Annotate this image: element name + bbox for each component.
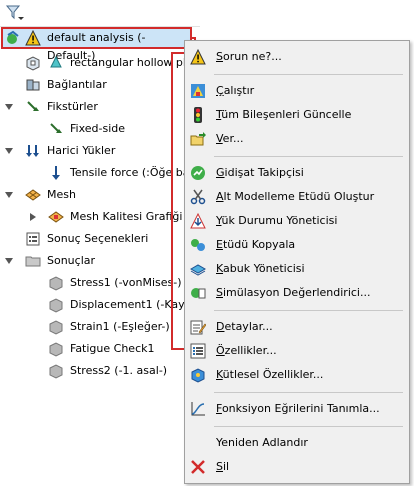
menu-item-trend-tracker[interactable]: Gidişat Takipçisi bbox=[185, 161, 409, 185]
delete-icon bbox=[190, 459, 206, 475]
menu-separator bbox=[214, 392, 403, 393]
menu-item-submodel[interactable]: Alt Modelleme Etüdü Oluştur bbox=[185, 185, 409, 209]
menu-item-label: Yeniden Adlandır bbox=[216, 436, 308, 449]
load-case-icon bbox=[190, 212, 206, 229]
menu-separator bbox=[214, 156, 403, 157]
menu-item-run[interactable]: Çalıştır bbox=[185, 79, 409, 103]
menu-item-label: Özellikler... bbox=[216, 344, 277, 357]
function-curve-icon bbox=[190, 401, 206, 417]
menu-item-export[interactable]: Ver... bbox=[185, 127, 409, 151]
traffic-light-icon bbox=[190, 107, 206, 123]
sim-evaluator-icon bbox=[190, 285, 206, 301]
menu-item-label: Etüdü Kopyala bbox=[216, 238, 296, 251]
menu-item-label: Yük Durumu Yöneticisi bbox=[216, 214, 338, 227]
menu-item-function-curves[interactable]: Fonksiyon Eğrilerini Tanımla... bbox=[185, 397, 409, 421]
menu-item-label: Detaylar... bbox=[216, 320, 273, 333]
menu-item-rename[interactable]: Yeniden Adlandır bbox=[185, 431, 409, 455]
menu-item-label: Alt Modelleme Etüdü Oluştur bbox=[216, 190, 375, 203]
context-menu: Sorun ne?... Çalıştır Tüm Bileşenleri Gü… bbox=[184, 40, 410, 484]
export-icon bbox=[190, 131, 206, 147]
menu-item-copy-study[interactable]: Etüdü Kopyala bbox=[185, 233, 409, 257]
menu-separator bbox=[214, 310, 403, 311]
menu-item-delete[interactable]: Sil bbox=[185, 455, 409, 479]
details-icon bbox=[190, 319, 207, 335]
trend-tracker-icon bbox=[190, 165, 206, 181]
menu-item-label: Tüm Bileşenleri Güncelle bbox=[216, 108, 352, 121]
menu-item-load-case-manager[interactable]: Yük Durumu Yöneticisi bbox=[185, 209, 409, 233]
menu-item-simulation-evaluator[interactable]: Simülasyon Değerlendirici... bbox=[185, 281, 409, 305]
menu-item-label: Fonksiyon Eğrilerini Tanımla... bbox=[216, 402, 380, 415]
warning-icon bbox=[190, 48, 206, 65]
copy-study-icon bbox=[190, 237, 206, 253]
scissors-icon bbox=[190, 189, 206, 205]
menu-item-update-all[interactable]: Tüm Bileşenleri Güncelle bbox=[185, 103, 409, 127]
menu-item-label: Gidişat Takipçisi bbox=[216, 166, 304, 179]
menu-item-properties[interactable]: Özellikler... bbox=[185, 339, 409, 363]
properties-icon bbox=[190, 343, 206, 359]
menu-item-details[interactable]: Detaylar... bbox=[185, 315, 409, 339]
menu-item-label: Sil bbox=[216, 460, 230, 473]
menu-item-label: Çalıştır bbox=[216, 84, 255, 97]
menu-item-label: Ver... bbox=[216, 132, 244, 145]
menu-item-label: Sorun ne?... bbox=[216, 50, 282, 63]
menu-separator bbox=[214, 74, 403, 75]
shell-manager-icon bbox=[189, 261, 207, 277]
menu-item-mass-properties[interactable]: Kütlesel Özellikler... bbox=[185, 363, 409, 387]
menu-item-shell-manager[interactable]: Kabuk Yöneticisi bbox=[185, 257, 409, 281]
mass-properties-icon bbox=[190, 367, 206, 383]
menu-item-label: Simülasyon Değerlendirici... bbox=[216, 286, 371, 299]
menu-item-label: Kabuk Yöneticisi bbox=[216, 262, 305, 275]
run-icon bbox=[190, 83, 206, 99]
menu-separator bbox=[214, 426, 403, 427]
menu-item-whats-wrong[interactable]: Sorun ne?... bbox=[185, 45, 409, 69]
menu-item-label: Kütlesel Özellikler... bbox=[216, 368, 324, 381]
